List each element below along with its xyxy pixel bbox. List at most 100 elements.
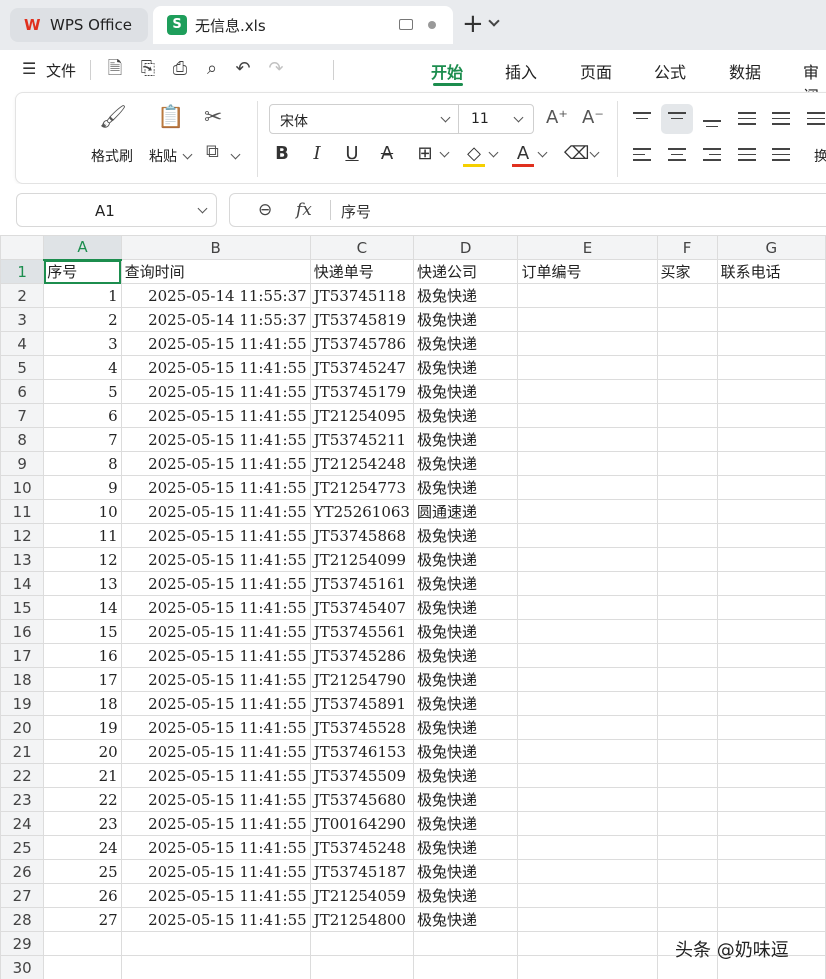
fx-icon[interactable]: fx	[296, 200, 312, 220]
data-cell[interactable]: 2025-05-15 11:41:55	[120, 547, 311, 572]
empty-cell[interactable]	[517, 643, 658, 668]
empty-cell[interactable]	[517, 739, 658, 764]
empty-cell[interactable]	[656, 595, 718, 620]
empty-cell[interactable]	[517, 883, 658, 908]
data-cell[interactable]: 23	[43, 811, 122, 836]
data-cell[interactable]: 4	[43, 355, 122, 380]
empty-cell[interactable]	[517, 715, 658, 740]
row-header[interactable]: 25	[0, 835, 45, 860]
empty-cell[interactable]	[716, 835, 826, 860]
header-cell[interactable]: 查询时间	[120, 259, 311, 284]
empty-cell[interactable]	[716, 739, 826, 764]
empty-cell[interactable]	[517, 931, 658, 956]
bold-icon[interactable]: B	[271, 143, 293, 164]
empty-cell[interactable]	[517, 763, 658, 788]
data-cell[interactable]: 2025-05-15 11:41:55	[120, 835, 311, 860]
name-box[interactable]: A1	[16, 193, 217, 227]
align-center-icon[interactable]	[668, 148, 686, 165]
empty-cell[interactable]	[716, 523, 826, 548]
data-cell[interactable]: YT25261063	[309, 499, 414, 524]
empty-cell[interactable]	[716, 595, 826, 620]
data-cell[interactable]: JT53746153	[309, 739, 414, 764]
data-cell[interactable]: 13	[43, 571, 122, 596]
empty-cell[interactable]	[716, 571, 826, 596]
zoom-magnifier-icon[interactable]: ⊖	[258, 200, 272, 220]
empty-cell[interactable]	[656, 331, 718, 356]
font-color-dropdown-icon[interactable]	[537, 147, 548, 158]
unsaved-dot-icon[interactable]	[428, 21, 436, 29]
ribbon-tab-home[interactable]: 开始	[431, 59, 463, 83]
empty-cell[interactable]	[656, 283, 718, 308]
data-cell[interactable]: JT53745561	[309, 619, 414, 644]
empty-cell[interactable]	[716, 355, 826, 380]
row-header[interactable]: 22	[0, 763, 45, 788]
empty-cell[interactable]	[517, 403, 658, 428]
data-cell[interactable]: 2025-05-15 11:41:55	[120, 811, 311, 836]
empty-cell[interactable]	[716, 667, 826, 692]
data-cell[interactable]: 2025-05-15 11:41:55	[120, 427, 311, 452]
empty-cell[interactable]	[716, 619, 826, 644]
data-cell[interactable]: 2025-05-15 11:41:55	[120, 643, 311, 668]
data-cell[interactable]: 极兔快递	[412, 427, 519, 452]
data-cell[interactable]: JT21254800	[309, 907, 414, 932]
column-header-e[interactable]: E	[517, 235, 658, 260]
empty-cell[interactable]	[716, 499, 826, 524]
data-cell[interactable]: 2025-05-15 11:41:55	[120, 859, 311, 884]
empty-cell[interactable]	[656, 475, 718, 500]
underline-icon[interactable]: U	[341, 143, 363, 164]
row-header[interactable]: 10	[0, 475, 45, 500]
data-cell[interactable]: 11	[43, 523, 122, 548]
document-tab[interactable]: S 无信息.xls	[153, 6, 453, 44]
empty-cell[interactable]	[656, 811, 718, 836]
strikethrough-icon[interactable]: A	[376, 143, 398, 164]
empty-cell[interactable]	[716, 691, 826, 716]
empty-cell[interactable]	[716, 859, 826, 884]
data-cell[interactable]: 2025-05-15 11:41:55	[120, 619, 311, 644]
empty-cell[interactable]	[716, 907, 826, 932]
clear-dropdown-icon[interactable]	[589, 147, 600, 158]
ribbon-tab-insert[interactable]: 插入	[505, 59, 537, 83]
empty-cell[interactable]	[517, 571, 658, 596]
data-cell[interactable]: 2025-05-15 11:41:55	[120, 475, 311, 500]
ribbon-tab-page[interactable]: 页面	[580, 59, 612, 83]
data-cell[interactable]: 2025-05-15 11:41:55	[120, 883, 311, 908]
empty-cell[interactable]	[517, 835, 658, 860]
data-cell[interactable]: 极兔快递	[412, 547, 519, 572]
data-cell[interactable]: JT21254790	[309, 667, 414, 692]
data-cell[interactable]: 10	[43, 499, 122, 524]
empty-cell[interactable]	[517, 379, 658, 404]
empty-cell[interactable]	[656, 571, 718, 596]
row-header[interactable]: 20	[0, 715, 45, 740]
data-cell[interactable]: JT53745248	[309, 835, 414, 860]
decrease-font-icon[interactable]: A⁻	[582, 107, 604, 128]
data-cell[interactable]: 极兔快递	[412, 331, 519, 356]
paste-clipboard-icon[interactable]: 📋	[157, 105, 184, 130]
empty-cell[interactable]	[716, 403, 826, 428]
empty-cell[interactable]	[656, 883, 718, 908]
window-monitor-icon[interactable]	[399, 19, 413, 30]
data-cell[interactable]: 8	[43, 451, 122, 476]
data-cell[interactable]: 22	[43, 787, 122, 812]
export-pdf-icon[interactable]: ⎘	[137, 58, 159, 80]
data-cell[interactable]: 2025-05-15 11:41:55	[120, 355, 311, 380]
fill-color-icon[interactable]: ◇	[463, 143, 485, 167]
row-header[interactable]: 4	[0, 331, 45, 356]
data-cell[interactable]: 1	[43, 283, 122, 308]
empty-cell[interactable]	[656, 451, 718, 476]
print-icon[interactable]: ⎙	[169, 58, 191, 80]
empty-cell[interactable]	[656, 523, 718, 548]
empty-cell[interactable]	[716, 715, 826, 740]
copy-dropdown-icon[interactable]	[230, 149, 241, 160]
row-header[interactable]: 2	[0, 283, 45, 308]
data-cell[interactable]: 极兔快递	[412, 667, 519, 692]
empty-cell[interactable]	[120, 955, 311, 979]
row-header[interactable]: 12	[0, 523, 45, 548]
header-cell[interactable]: 订单编号	[517, 259, 658, 284]
empty-cell[interactable]	[517, 811, 658, 836]
row-header[interactable]: 18	[0, 667, 45, 692]
data-cell[interactable]: 极兔快递	[412, 739, 519, 764]
data-cell[interactable]: 2025-05-15 11:41:55	[120, 403, 311, 428]
empty-cell[interactable]	[656, 355, 718, 380]
row-header[interactable]: 1	[0, 259, 45, 284]
increase-font-icon[interactable]: A⁺	[546, 107, 568, 128]
